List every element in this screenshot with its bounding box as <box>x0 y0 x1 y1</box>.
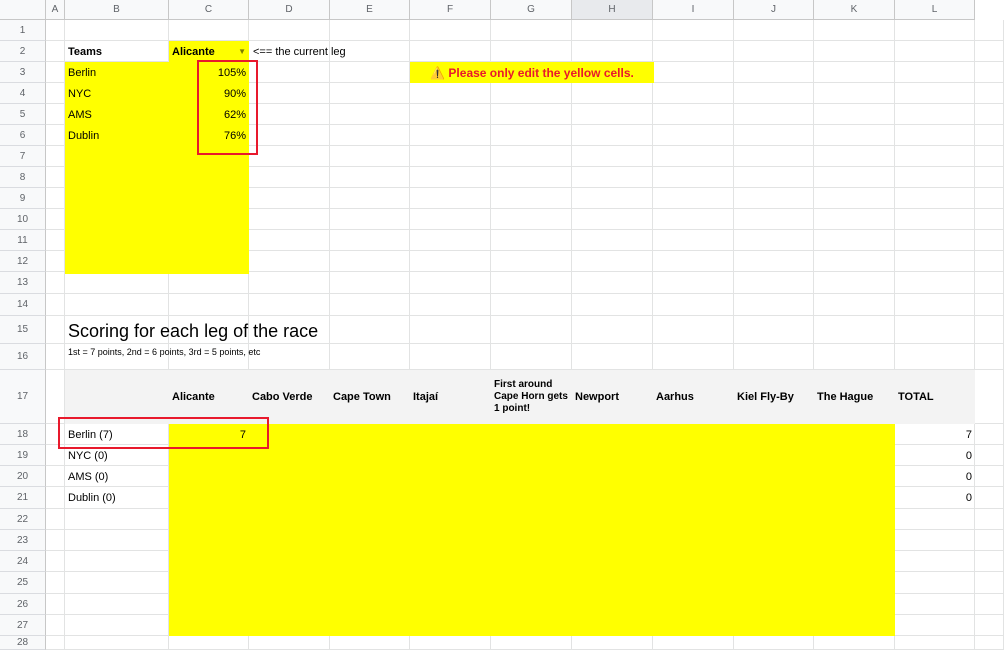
row-header-26[interactable]: 26 <box>0 594 46 615</box>
row-header-13[interactable]: 13 <box>0 272 46 294</box>
row-header-16[interactable]: 16 <box>0 344 46 370</box>
score-alicante-cell[interactable] <box>169 487 249 509</box>
row-header-27[interactable]: 27 <box>0 615 46 636</box>
score-total-cell[interactable]: 0 <box>895 445 975 466</box>
column-header-E[interactable]: E <box>330 0 410 20</box>
scoring-header-cell[interactable]: Itajaí <box>410 370 491 424</box>
row-header-4[interactable]: 4 <box>0 83 46 104</box>
row-header-12[interactable]: 12 <box>0 251 46 272</box>
row-header-7[interactable]: 7 <box>0 146 46 167</box>
row-header-6[interactable]: 6 <box>0 125 46 146</box>
scoring-yellow-area[interactable] <box>169 424 895 636</box>
row-header-18[interactable]: 18 <box>0 424 46 445</box>
row-header-5[interactable]: 5 <box>0 104 46 125</box>
row-header-24[interactable]: 24 <box>0 551 46 572</box>
score-total-cell[interactable]: 7 <box>895 424 975 445</box>
scoring-subtitle: 1st = 7 points, 2nd = 6 points, 3rd = 5 … <box>68 347 261 357</box>
row-header-21[interactable]: 21 <box>0 487 46 509</box>
team-name-cell[interactable]: AMS <box>65 104 169 125</box>
scoring-header-cell[interactable]: First around Cape Horn gets 1 point! <box>491 370 572 424</box>
score-alicante-cell[interactable] <box>169 466 249 487</box>
scoring-header-cell[interactable]: Cabo Verde <box>249 370 330 424</box>
row-header-20[interactable]: 20 <box>0 466 46 487</box>
row-header-17[interactable]: 17 <box>0 370 46 424</box>
row-header-28[interactable]: 28 <box>0 636 46 650</box>
scoring-title: Scoring for each leg of the race <box>68 320 319 341</box>
column-header-G[interactable]: G <box>491 0 572 20</box>
row-header-8[interactable]: 8 <box>0 167 46 188</box>
scoring-header-cell[interactable]: Newport <box>572 370 653 424</box>
column-header-K[interactable]: K <box>814 0 895 20</box>
score-row-label[interactable]: Dublin (0) <box>65 487 169 509</box>
row-header-14[interactable]: 14 <box>0 294 46 316</box>
row-header-25[interactable]: 25 <box>0 572 46 594</box>
row-header-22[interactable]: 22 <box>0 509 46 530</box>
select-all-corner[interactable] <box>0 0 46 20</box>
gridline-horizontal <box>46 315 1004 316</box>
column-header-C[interactable]: C <box>169 0 249 20</box>
teams-header[interactable]: Teams <box>65 41 169 62</box>
scoring-header-cell[interactable]: Cape Town <box>330 370 410 424</box>
edit-warning: ⚠️ Please only edit the yellow cells. <box>410 62 654 83</box>
leg-note: <== the current leg <box>253 45 346 58</box>
leg-dropdown-value: Alicante <box>172 45 215 58</box>
row-header-10[interactable]: 10 <box>0 209 46 230</box>
scoring-header-cell[interactable]: Aarhus <box>653 370 734 424</box>
column-header-F[interactable]: F <box>410 0 491 20</box>
row-header-11[interactable]: 11 <box>0 230 46 251</box>
row-header-19[interactable]: 19 <box>0 445 46 466</box>
gridline-vertical <box>974 20 975 650</box>
team-name-cell[interactable]: Berlin <box>65 62 169 83</box>
scoring-header-cell[interactable]: Kiel Fly-By <box>734 370 814 424</box>
scoring-header-cell[interactable]: The Hague <box>814 370 895 424</box>
row-header-2[interactable]: 2 <box>0 41 46 62</box>
column-header-J[interactable]: J <box>734 0 814 20</box>
row-header-9[interactable]: 9 <box>0 188 46 209</box>
column-header-I[interactable]: I <box>653 0 734 20</box>
column-header-B[interactable]: B <box>65 0 169 20</box>
score-total-cell[interactable]: 0 <box>895 487 975 509</box>
leg-dropdown[interactable]: Alicante ▼ <box>169 41 249 62</box>
column-header-H[interactable]: H <box>572 0 653 20</box>
berlin-score-highlight-box <box>58 417 269 449</box>
column-header-D[interactable]: D <box>249 0 330 20</box>
column-header-A[interactable]: A <box>46 0 65 20</box>
score-row-label[interactable]: AMS (0) <box>65 466 169 487</box>
team-name-cell[interactable]: Dublin <box>65 125 169 146</box>
row-header-23[interactable]: 23 <box>0 530 46 551</box>
row-header-3[interactable]: 3 <box>0 62 46 83</box>
pct-highlight-box <box>197 60 258 155</box>
row-header-15[interactable]: 15 <box>0 316 46 344</box>
scoring-header-cell[interactable]: Alicante <box>169 370 249 424</box>
chevron-down-icon[interactable]: ▼ <box>238 47 246 56</box>
row-header-1[interactable]: 1 <box>0 20 46 41</box>
gridline-horizontal <box>46 293 1004 294</box>
team-name-cell[interactable]: NYC <box>65 83 169 104</box>
column-header-L[interactable]: L <box>895 0 975 20</box>
score-total-cell[interactable]: 0 <box>895 466 975 487</box>
scoring-header-cell[interactable]: TOTAL <box>895 370 975 424</box>
